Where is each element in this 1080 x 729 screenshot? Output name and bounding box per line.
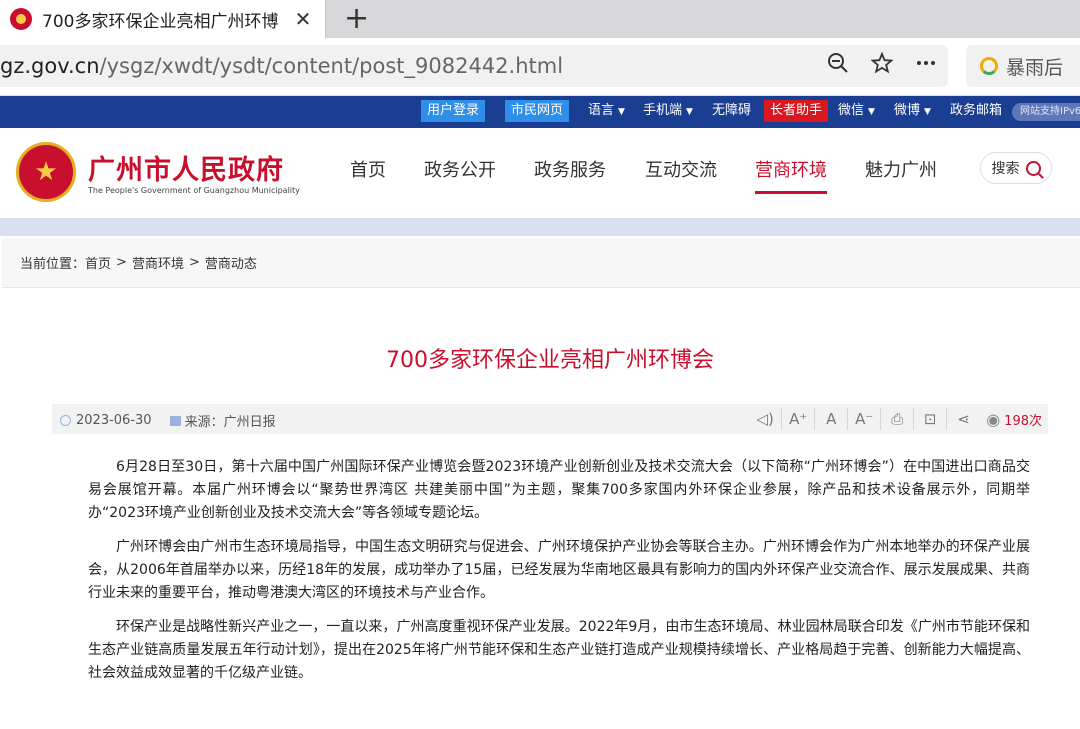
nav-charm-guangzhou[interactable]: 魅力广州 [865,156,937,182]
print-icon[interactable]: ⎙ [881,408,915,430]
breadcrumb-business-news[interactable]: 营商动态 [205,253,257,272]
browser-tab[interactable]: 700多家环保企业亮相广州环博 ✕ [0,0,326,38]
language-menu[interactable]: 语言 ▼ [588,100,625,122]
url-host: gz.gov.cn [0,54,100,78]
new-tab-button[interactable]: + [344,2,369,36]
breadcrumb-separator: > [188,255,200,270]
breadcrumb-separator: > [116,255,127,270]
read-aloud-icon[interactable]: ◁) [749,408,783,430]
language-label: 语言 [588,103,615,118]
weather-text: 暴雨后 [1006,56,1064,79]
chevron-down-icon: ▼ [868,107,875,117]
url-field[interactable]: gz.gov.cn/ysgz/xwdt/ysdt/content/post_90… [0,45,948,87]
article-title: 700多家环保企业亮相广州环博会 [386,348,714,373]
bookmark-icon[interactable]: ⊡ [914,408,948,430]
font-larger-icon[interactable]: A⁺ [782,408,816,430]
clock-icon [60,415,71,426]
mobile-label: 手机端 [643,103,683,118]
article-paragraph: 广州环博会由广州市生态环境局指导，中国生态文明研究与促进会、广州环境保护产业协会… [88,539,1030,601]
view-count: ◉ 198次 [986,410,1042,429]
breadcrumb: 当前位置： 首页 > 营商环境 > 营商动态 [2,238,1080,288]
article-paragraph: 环保产业是战略性新兴产业之一，一直以来，广州高度重视环保产业发展。2022年9月… [88,619,1030,681]
source-name: 广州日报 [223,415,276,430]
font-normal-icon[interactable]: A [815,408,849,430]
close-tab-icon[interactable]: ✕ [291,7,315,31]
wechat-menu[interactable]: 微信 ▼ [838,100,875,122]
eye-icon: ◉ [986,409,1001,429]
weather-widget[interactable]: 暴雨后 [966,45,1080,87]
site-top-bar: 用户登录 市民网页 语言 ▼ 手机端 ▼ 无障碍 长者助手 微信 ▼ 微博 ▼ 政务邮箱… [0,96,1080,128]
url-text: gz.gov.cn/ysgz/xwdt/ysdt/content/post_90… [0,54,816,78]
gov-email-link[interactable]: 政务邮箱 [950,100,1002,122]
font-smaller-icon[interactable]: A⁻ [848,408,882,430]
share-icon[interactable]: ⋖ [947,408,980,430]
national-emblem-icon: ★ [16,142,76,202]
publish-date: 2023-06-30 [76,413,152,428]
chevron-down-icon: ▼ [618,107,625,117]
chevron-down-icon: ▼ [924,107,931,117]
nav-business-env[interactable]: 营商环境 [755,156,827,194]
site-name-en: The People's Government of Guangzhou Mun… [88,186,300,195]
favorite-star-icon[interactable] [860,51,904,80]
browser-tab-strip: 700多家环保企业亮相广州环博 ✕ + [0,0,1080,38]
chevron-down-icon: ▼ [686,107,693,117]
nav-gov-services[interactable]: 政务服务 [534,156,606,182]
weather-icon [980,57,998,75]
nav-gov-affairs[interactable]: 政务公开 [424,156,496,182]
site-favicon-icon [10,8,32,30]
view-count-text: 198次 [1004,413,1042,429]
breadcrumb-business-env[interactable]: 营商环境 [132,253,184,272]
breadcrumb-home[interactable]: 首页 [85,253,111,272]
article-paragraph: 6月28日至30日，第十六届中国广州国际环保产业博览会暨2023环境产业创新创业… [88,459,1030,521]
zoom-icon[interactable] [816,52,860,80]
weibo-label: 微博 [894,103,921,118]
site-name[interactable]: 广州市人民政府 [88,148,284,187]
address-bar: gz.gov.cn/ysgz/xwdt/ysdt/content/post_90… [0,38,1080,96]
elder-helper-link[interactable]: 长者助手 [764,100,829,122]
tab-title: 700多家环保企业亮相广州环博 [42,11,279,32]
user-login-link[interactable]: 用户登录 [421,100,486,122]
search-button[interactable]: 搜索 [980,152,1052,184]
site-header: ★ 广州市人民政府 The People's Government of Gua… [0,128,1080,218]
article-meta-bar: 2023-06-30 来源： 广州日报 ◁) A⁺ A A⁻ ⎙ ⊡ ⋖ ◉ 1… [52,404,1048,434]
header-divider [0,218,1080,236]
source-icon [169,415,181,426]
article-body: 6月28日至30日，第十六届中国广州国际环保产业博览会暨2023环境产业创新创业… [88,456,1030,696]
ipv6-badge: 网站支持IPv6 [1012,103,1080,121]
breadcrumb-label: 当前位置： [20,257,86,272]
search-label: 搜索 [991,161,1020,177]
nav-interaction[interactable]: 互动交流 [645,156,717,182]
weibo-menu[interactable]: 微博 ▼ [894,100,931,122]
more-options-icon[interactable] [904,52,948,80]
source-label: 来源： [184,415,224,430]
wechat-label: 微信 [838,103,865,118]
accessibility-link[interactable]: 无障碍 [712,100,751,122]
citizen-page-link[interactable]: 市民网页 [505,100,570,122]
url-path: /ysgz/xwdt/ysdt/content/post_9082442.htm… [99,54,564,78]
search-icon [1025,160,1041,176]
mobile-menu[interactable]: 手机端 ▼ [643,100,693,122]
nav-home[interactable]: 首页 [350,156,386,182]
